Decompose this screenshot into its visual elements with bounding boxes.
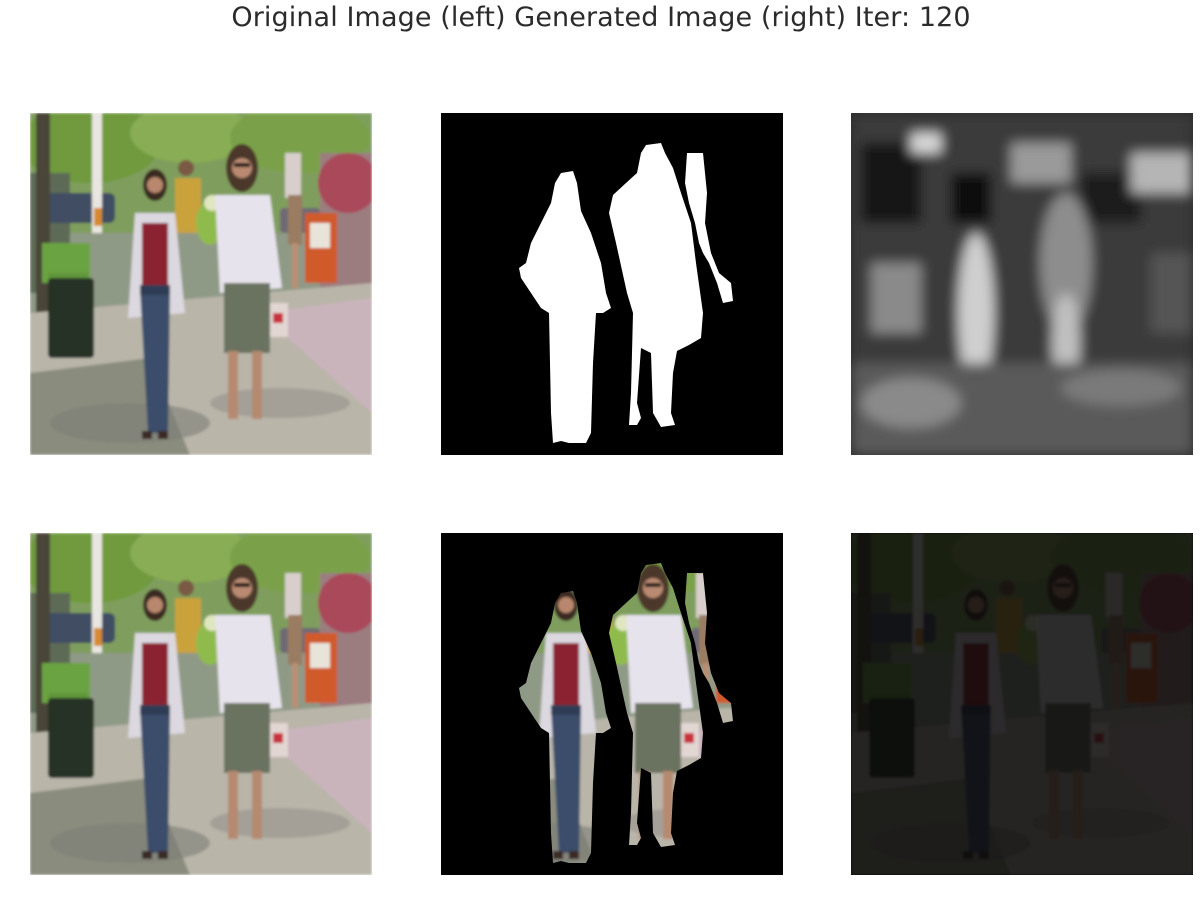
original-street-photo: [30, 113, 372, 455]
figure-canvas: Original Image (left) Generated Image (r…: [0, 0, 1202, 902]
generated-mask-panel: [851, 113, 1193, 455]
generated-dark-image: [851, 533, 1193, 875]
figure-title: Original Image (left) Generated Image (r…: [231, 2, 971, 33]
segmentation-mask-panel: [441, 113, 783, 455]
masked-people-image: [441, 533, 783, 875]
original-street-photo-copy: [30, 533, 372, 875]
generated-grayscale-image: [851, 113, 1193, 455]
original-image-panel-top: [30, 113, 372, 455]
original-image-panel-bottom: [30, 533, 372, 875]
generated-image-panel: [851, 533, 1193, 875]
binary-mask-image: [441, 113, 783, 455]
masked-image-panel: [441, 533, 783, 875]
